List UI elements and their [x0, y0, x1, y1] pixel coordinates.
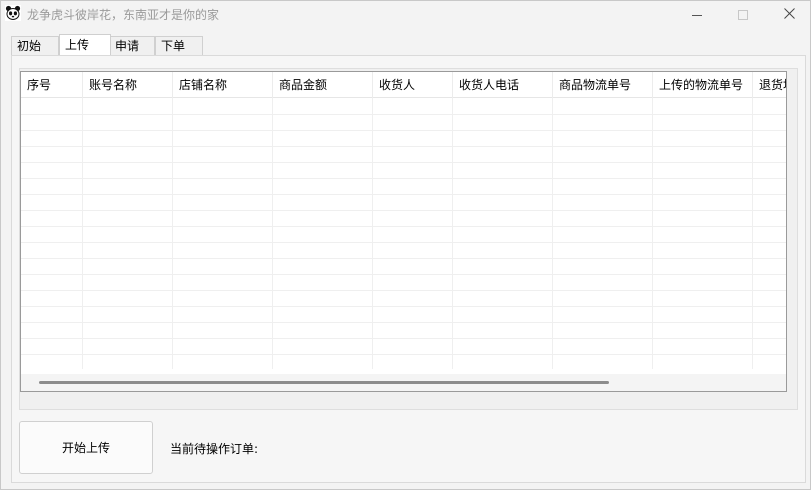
maximize-icon [738, 10, 748, 20]
scrollbar-thumb[interactable] [39, 381, 609, 384]
grid-column-line [172, 98, 173, 369]
grid-row-line [21, 290, 786, 291]
grid-column-line [272, 98, 273, 369]
column-header-shop[interactable]: 店铺名称 [173, 72, 273, 98]
grid-header: 序号 账号名称 店铺名称 商品金额 收货人 收货人电话 商品物流单号 上传的物流… [21, 72, 786, 98]
column-header-recipient[interactable]: 收货人 [373, 72, 453, 98]
column-header-amount[interactable]: 商品金额 [273, 72, 373, 98]
grid-row-line [21, 274, 786, 275]
grid-column-line [82, 98, 83, 369]
pending-order-label: 当前待操作订单: [170, 442, 259, 456]
grid-row-line [21, 178, 786, 179]
column-header-account[interactable]: 账号名称 [83, 72, 173, 98]
grid-row-line [21, 338, 786, 339]
orders-grid[interactable]: 序号 账号名称 店铺名称 商品金额 收货人 收货人电话 商品物流单号 上传的物流… [20, 71, 787, 392]
minimize-button[interactable] [674, 1, 720, 29]
grid-row-line [21, 354, 786, 355]
upload-tab-panel: 序号 账号名称 店铺名称 商品金额 收货人 收货人电话 商品物流单号 上传的物流… [11, 55, 806, 483]
tab-order[interactable]: 下单 [155, 36, 203, 56]
column-header-logistics-no[interactable]: 商品物流单号 [553, 72, 653, 98]
grid-row-line [21, 242, 786, 243]
grid-row-line [21, 210, 786, 211]
minimize-icon [692, 14, 702, 16]
grid-column-line [752, 98, 753, 369]
grid-body [21, 98, 786, 369]
tab-init[interactable]: 初始 [11, 36, 59, 56]
column-header-recipient-phone[interactable]: 收货人电话 [453, 72, 553, 98]
grid-row-line [21, 258, 786, 259]
grid-column-line [552, 98, 553, 369]
column-header-index[interactable]: 序号 [21, 72, 83, 98]
close-icon [783, 8, 795, 22]
grid-row-line [21, 226, 786, 227]
grid-row-line [21, 130, 786, 131]
column-header-return-address[interactable]: 退货地址 [753, 72, 786, 98]
grid-row-line [21, 114, 786, 115]
grid-row-line [21, 306, 786, 307]
panda-icon [5, 5, 21, 21]
grid-column-line [372, 98, 373, 369]
tab-apply[interactable]: 申请 [109, 36, 155, 56]
maximize-button[interactable] [720, 1, 766, 29]
window-title: 龙争虎斗彼岸花，东南亚才是你的家 [27, 8, 220, 22]
grid-row-line [21, 162, 786, 163]
horizontal-scrollbar[interactable] [21, 374, 786, 391]
column-header-uploaded-logistics-no[interactable]: 上传的物流单号 [653, 72, 753, 98]
start-upload-button[interactable]: 开始上传 [19, 421, 153, 474]
app-window: 龙争虎斗彼岸花，东南亚才是你的家 初始 申请 下单 上传 序号 账号名称 店铺名… [0, 0, 811, 490]
title-bar[interactable]: 龙争虎斗彼岸花，东南亚才是你的家 [1, 1, 810, 29]
grid-row-line [21, 322, 786, 323]
close-button[interactable] [766, 1, 811, 29]
grid-row-line [21, 194, 786, 195]
grid-column-line [452, 98, 453, 369]
grid-column-line [652, 98, 653, 369]
grid-row-line [21, 146, 786, 147]
tab-upload[interactable]: 上传 [59, 34, 111, 55]
